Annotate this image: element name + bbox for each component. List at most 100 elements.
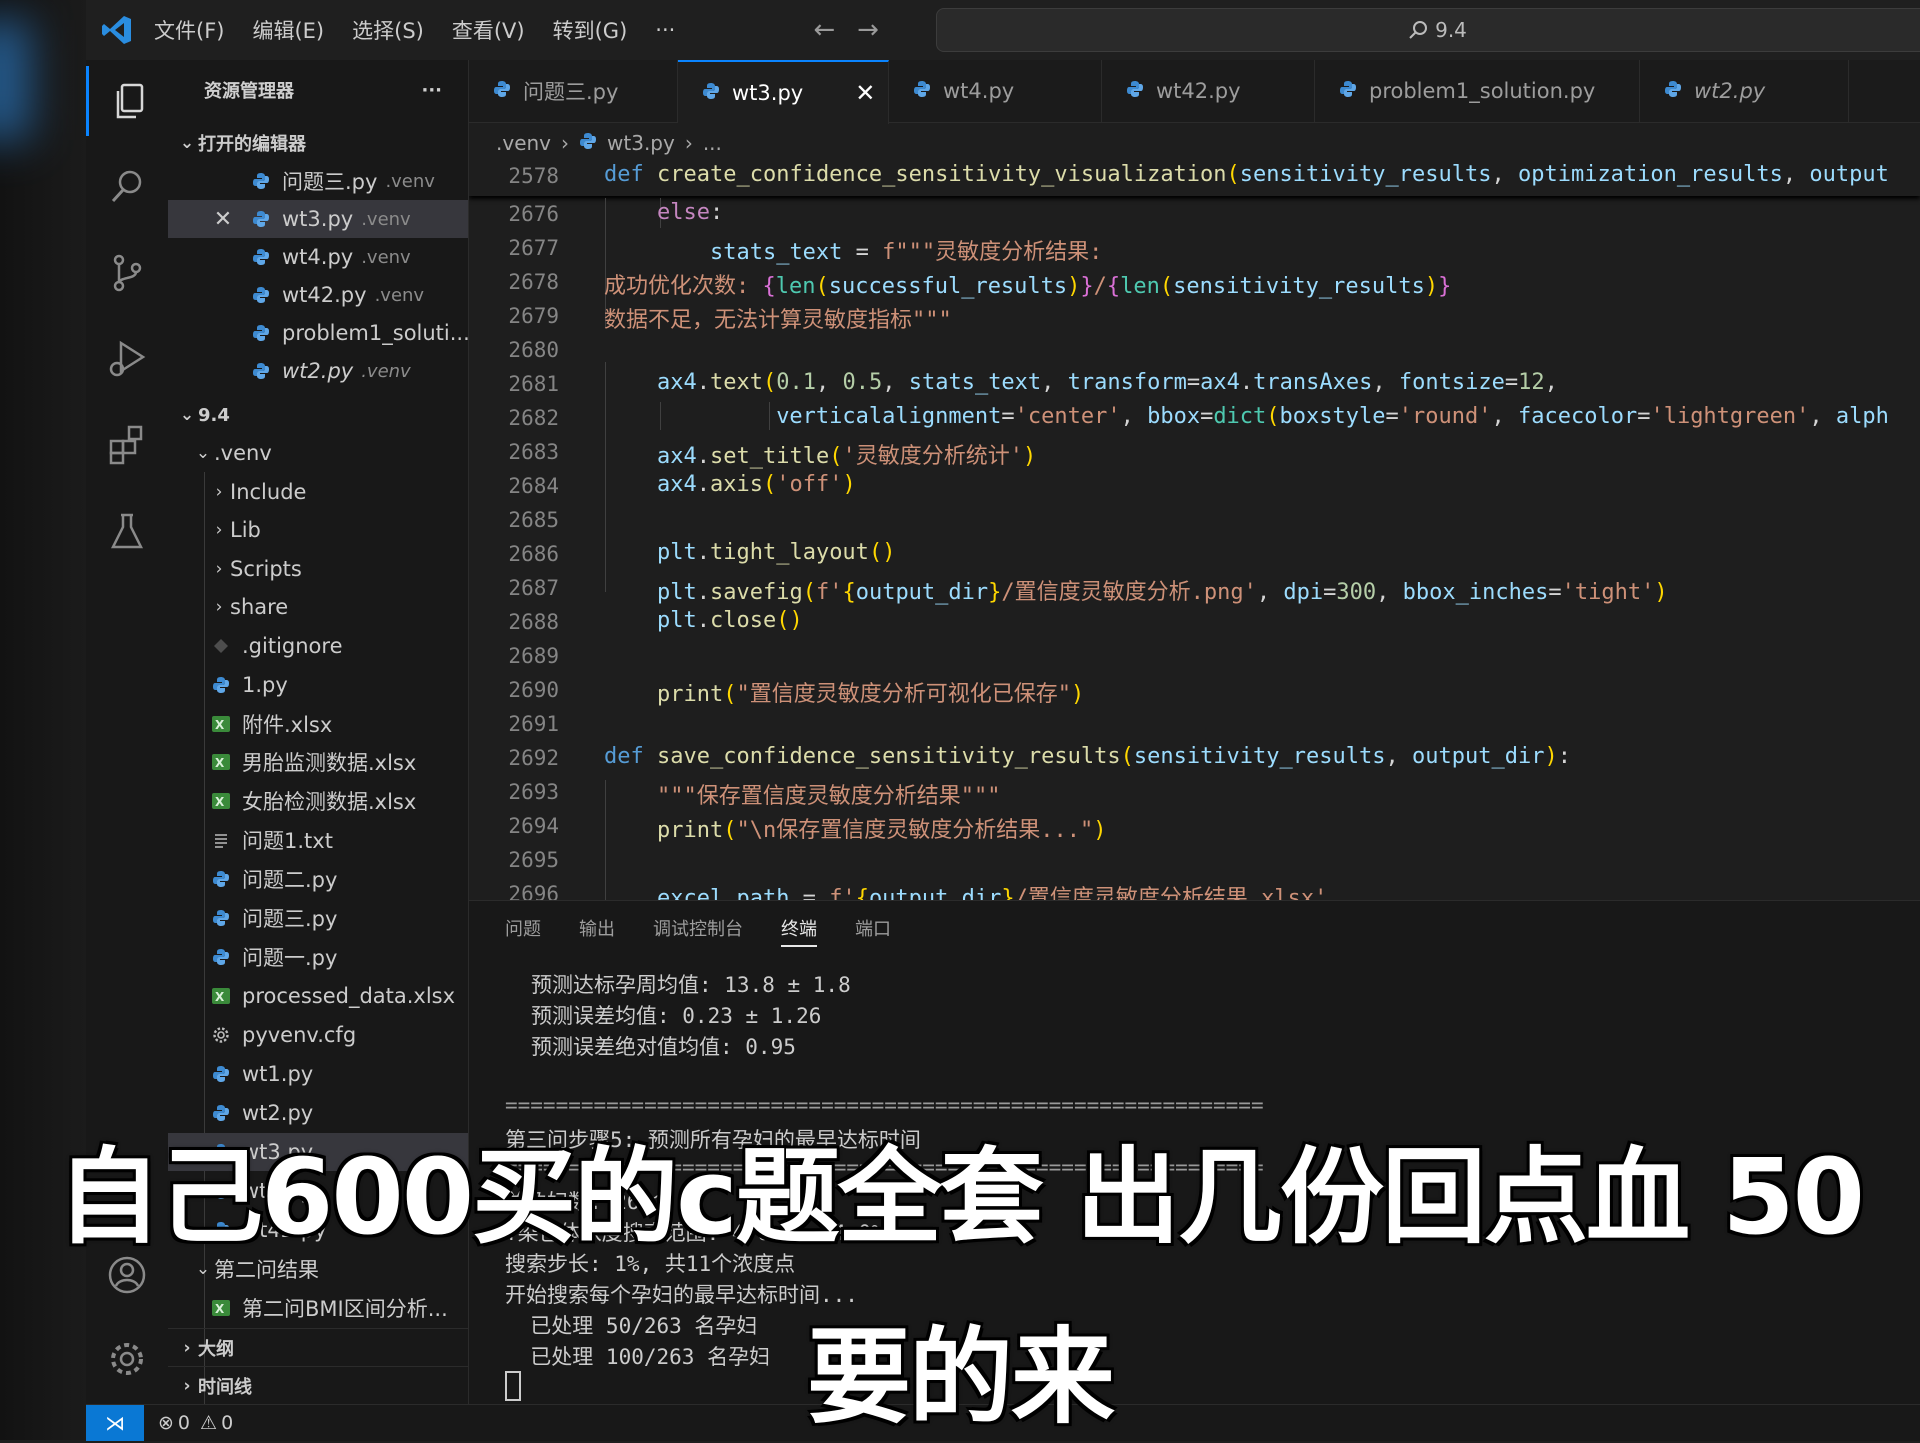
file-item[interactable]: X processed_data.xlsx xyxy=(168,977,468,1015)
folder-label: share xyxy=(230,595,289,619)
menu-selection[interactable]: 选择(S) xyxy=(352,15,424,45)
command-center-search[interactable]: 9.4 xyxy=(936,8,1920,52)
file-item[interactable]: .gitignore xyxy=(168,627,468,665)
run-debug-icon[interactable] xyxy=(86,324,168,394)
python-file-icon xyxy=(208,674,234,696)
tab-wt2[interactable]: wt2.py xyxy=(1640,60,1849,122)
code-line: excel_path = f'{output_dir}/置信度灵敏度分析结果.x… xyxy=(656,886,1328,900)
open-editor-meta: .venv xyxy=(374,284,425,306)
line-number: 2681 xyxy=(508,372,559,396)
explorer-title: 资源管理器 xyxy=(204,81,294,102)
breadcrumb-file[interactable]: wt3.py xyxy=(607,131,675,155)
open-editor-name: wt2.py xyxy=(282,359,354,383)
forward-arrow-icon[interactable]: → xyxy=(857,15,879,45)
line-number: 2578 xyxy=(508,164,559,188)
folder-venv[interactable]: ⌄ .venv xyxy=(168,434,468,472)
python-file-icon xyxy=(1664,79,1682,103)
error-count[interactable]: 0 xyxy=(178,1412,190,1434)
menu-more[interactable]: ··· xyxy=(655,18,675,42)
python-file-icon xyxy=(248,208,274,230)
file-item[interactable]: 1.py xyxy=(168,666,468,704)
menu-view[interactable]: 查看(V) xyxy=(452,15,525,45)
close-icon[interactable]: ✕ xyxy=(855,79,875,107)
open-editor-item[interactable]: 问题三.py .venv xyxy=(168,162,468,200)
folder-share[interactable]: › share xyxy=(168,588,468,626)
vscode-logo-icon xyxy=(102,16,131,44)
python-file-icon xyxy=(248,360,274,382)
open-editor-item-active[interactable]: ✕ wt3.py .venv xyxy=(168,200,468,238)
warning-icon[interactable]: ⚠ xyxy=(200,1412,217,1434)
folder-label: Lib xyxy=(230,518,261,542)
tab-problem1-solution[interactable]: problem1_solution.py xyxy=(1315,60,1640,122)
file-item[interactable]: pyvenv.cfg xyxy=(168,1016,468,1054)
folder-label: Include xyxy=(230,480,307,504)
python-file-icon xyxy=(208,868,234,890)
tab-label: wt2.py xyxy=(1694,79,1766,103)
editor-tabs: 问题三.py wt3.py ✕ wt4.py wt42.py problem1_… xyxy=(469,60,1920,124)
chevron-down-icon: ⌄ xyxy=(179,133,195,153)
error-icon[interactable]: ⊗ xyxy=(158,1412,174,1434)
folder-include[interactable]: › Include xyxy=(168,473,468,511)
tab-terminal[interactable]: 终端 xyxy=(781,915,817,947)
source-control-icon[interactable] xyxy=(86,238,168,308)
line-number: 2689 xyxy=(508,644,559,668)
open-editor-name: problem1_soluti... xyxy=(282,321,469,345)
tab-wt42[interactable]: wt42.py xyxy=(1102,60,1315,122)
code-editor[interactable]: 2578 2676 2677 2678 2679 2680 2681 2682 … xyxy=(469,162,1920,900)
config-gear-icon xyxy=(208,1024,234,1046)
tab-problems[interactable]: 问题 xyxy=(505,915,541,947)
back-arrow-icon[interactable]: ← xyxy=(813,15,835,45)
file-item[interactable]: X 附件.xlsx xyxy=(168,705,468,743)
remote-indicator-icon[interactable]: ⋊ xyxy=(86,1405,144,1441)
extensions-icon[interactable] xyxy=(86,410,168,480)
file-name: 问题一.py xyxy=(242,946,338,970)
open-editor-item[interactable]: wt2.py .venv xyxy=(168,352,468,390)
line-number: 2691 xyxy=(508,712,559,736)
code-line: ax4.set_title('灵敏度分析统计') xyxy=(656,444,1037,469)
open-editor-item[interactable]: wt42.py .venv xyxy=(168,276,468,314)
open-editor-name: 问题三.py xyxy=(282,170,378,194)
code-line: 成功优化次数: {len(successful_results)}/{len(s… xyxy=(604,274,1452,299)
svg-text:X: X xyxy=(215,718,225,732)
open-editors-section[interactable]: ⌄ 打开的编辑器 xyxy=(168,124,468,162)
open-editor-item[interactable]: problem1_soluti... xyxy=(168,314,469,352)
file-item[interactable]: X 女胎检测数据.xlsx xyxy=(168,782,468,820)
folder-lib[interactable]: › Lib xyxy=(168,511,468,549)
file-item[interactable]: 问题三.py xyxy=(168,899,468,937)
explorer-icon[interactable] xyxy=(86,66,171,136)
breadcrumb-more[interactable]: ... xyxy=(703,131,722,155)
chevron-right-icon: › xyxy=(183,1338,191,1358)
settings-gear-icon[interactable] xyxy=(86,1324,168,1394)
open-editor-name: wt3.py xyxy=(282,207,354,231)
folder-root[interactable]: ⌄ 9.4 xyxy=(168,396,468,434)
file-item[interactable]: wt1.py xyxy=(168,1055,468,1093)
menu-edit[interactable]: 编辑(E) xyxy=(252,15,324,45)
close-icon[interactable]: ✕ xyxy=(208,207,238,232)
testing-flask-icon[interactable] xyxy=(86,496,168,566)
code-line: print("\n保存置信度灵敏度分析结果...") xyxy=(656,818,1107,843)
explorer-more-button[interactable]: ··· xyxy=(421,80,442,101)
tab-output[interactable]: 输出 xyxy=(579,915,615,947)
file-item[interactable]: X 男胎监测数据.xlsx xyxy=(168,743,468,781)
tab-wt4[interactable]: wt4.py xyxy=(889,60,1102,122)
folder-scripts[interactable]: › Scripts xyxy=(168,550,468,588)
file-item[interactable]: 问题1.txt xyxy=(168,821,468,859)
search-icon[interactable] xyxy=(86,152,168,222)
tab-wenti3[interactable]: 问题三.py xyxy=(469,60,678,122)
file-item[interactable]: 问题一.py xyxy=(168,938,468,976)
open-editor-item[interactable]: wt4.py .venv xyxy=(168,238,468,276)
open-editor-meta: .venv xyxy=(385,170,435,192)
panel-tabs: 问题 输出 调试控制台 终端 端口 xyxy=(469,901,1920,947)
tab-debug-console[interactable]: 调试控制台 xyxy=(653,915,743,947)
python-file-icon xyxy=(248,284,274,306)
menu-file[interactable]: 文件(F) xyxy=(154,15,224,45)
open-editor-meta: .venv xyxy=(361,360,411,382)
file-item[interactable]: 问题二.py xyxy=(168,860,468,898)
menu-go[interactable]: 转到(G) xyxy=(553,15,628,45)
terminal-line: 预测误差均值: 0.23 ± 1.26 xyxy=(531,1004,822,1028)
file-name: wt1.py xyxy=(242,1062,314,1086)
warning-count[interactable]: 0 xyxy=(221,1412,233,1434)
tab-ports[interactable]: 端口 xyxy=(855,915,891,947)
tab-wt3[interactable]: wt3.py ✕ xyxy=(678,60,889,124)
breadcrumb-folder[interactable]: .venv xyxy=(496,131,551,155)
